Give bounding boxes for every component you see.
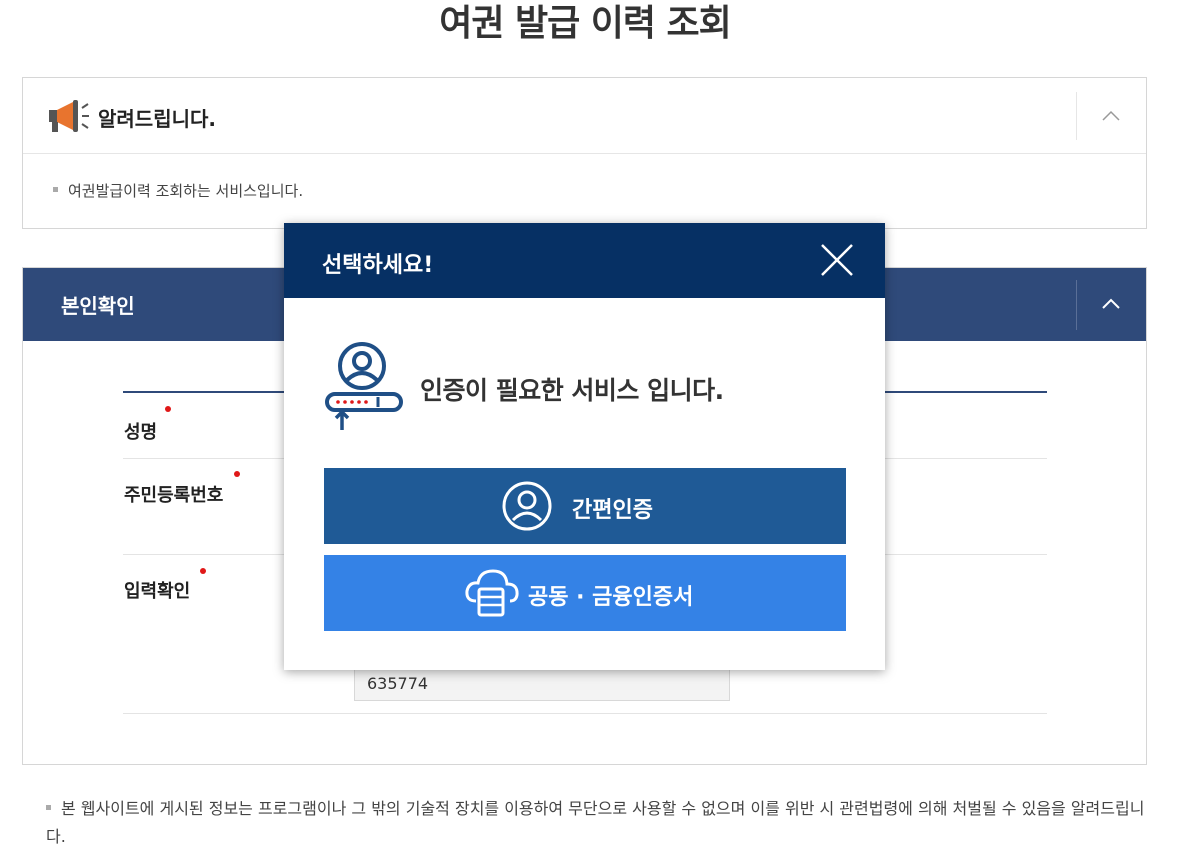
page: 여권 발급 이력 조회 알려드립니다. 여권발급이력 조회하는 서비스입니다. … xyxy=(0,0,1204,860)
close-icon xyxy=(821,244,853,276)
megaphone-icon xyxy=(47,98,91,136)
bullet xyxy=(53,187,58,192)
cloud-server-icon xyxy=(464,567,520,625)
identity-collapse-button[interactable] xyxy=(1076,280,1146,330)
simple-auth-button[interactable]: 간편인증 xyxy=(324,468,846,544)
footnote-text: 본 웹사이트에 게시된 정보는 프로그램이나 그 밖의 기술적 장치를 이용하여… xyxy=(46,799,1145,846)
required-dot xyxy=(200,568,206,574)
chevron-up-icon xyxy=(1102,110,1120,121)
person-circle-icon xyxy=(501,480,553,538)
footnote: 본 웹사이트에 게시된 정보는 프로그램이나 그 밖의 기술적 장치를 이용하여… xyxy=(46,795,1156,851)
chevron-up-icon xyxy=(1102,298,1120,309)
simple-auth-label: 간편인증 xyxy=(572,498,653,523)
modal-header: 선택하세요! xyxy=(284,223,885,298)
notice-body: 여권발급이력 조회하는 서비스입니다. xyxy=(23,154,1146,201)
notice-item: 여권발급이력 조회하는 서비스입니다. xyxy=(68,182,304,200)
user-auth-icon xyxy=(324,340,404,432)
notice-panel: 알려드립니다. 여권발급이력 조회하는 서비스입니다. xyxy=(22,77,1147,229)
notice-collapse-button[interactable] xyxy=(1076,92,1146,140)
row-divider xyxy=(123,713,1047,714)
notice-header: 알려드립니다. xyxy=(23,78,1146,154)
field-label-name: 성명 xyxy=(124,422,158,443)
required-dot xyxy=(165,406,171,412)
auth-select-modal: 선택하세요! 인증이 필요한 서비스 입니다. 간편인증 공동 · 금융인증서 xyxy=(284,223,885,670)
required-dot xyxy=(234,471,240,477)
identity-title: 본인확인 xyxy=(61,294,135,318)
notice-title: 알려드립니다. xyxy=(98,107,216,131)
modal-close-button[interactable] xyxy=(817,240,857,280)
modal-message: 인증이 필요한 서비스 입니다. xyxy=(420,376,724,405)
page-title: 여권 발급 이력 조회 xyxy=(439,3,732,44)
certificate-auth-button[interactable]: 공동 · 금융인증서 xyxy=(324,555,846,631)
field-label-captcha: 입력확인 xyxy=(124,581,191,602)
certificate-auth-label: 공동 · 금융인증서 xyxy=(528,585,694,610)
bullet xyxy=(46,805,51,810)
field-label-rrn: 주민등록번호 xyxy=(124,485,224,506)
modal-title: 선택하세요! xyxy=(322,253,434,278)
